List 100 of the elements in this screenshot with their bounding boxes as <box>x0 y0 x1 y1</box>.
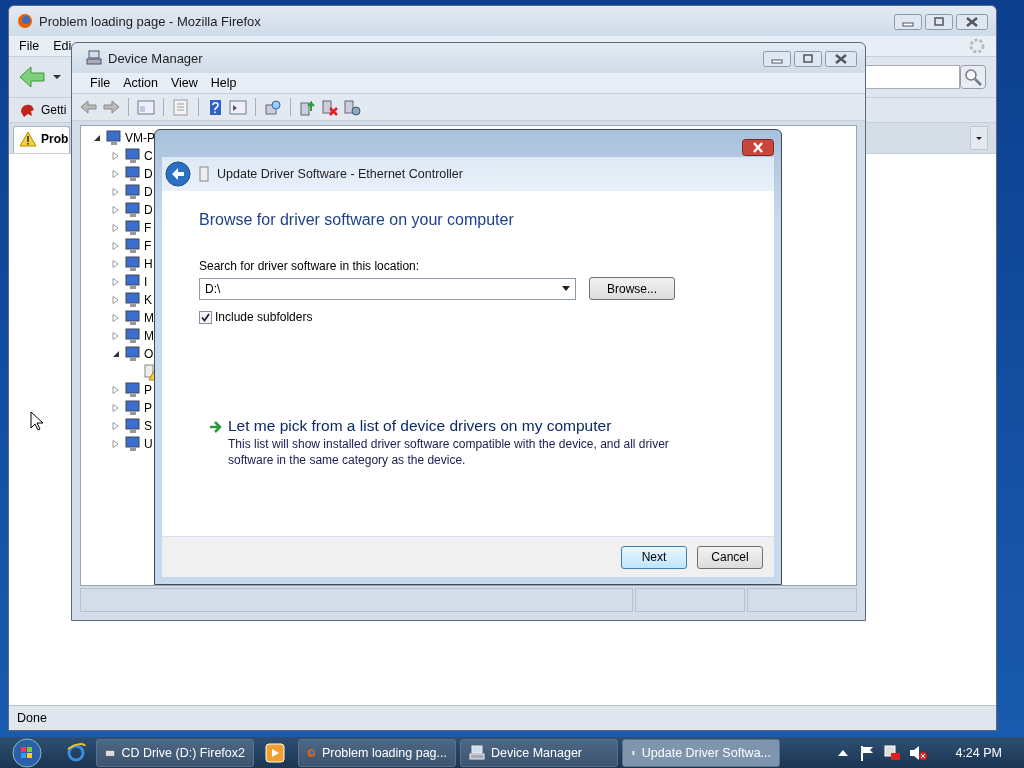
device-icon <box>123 219 141 237</box>
menu-item[interactable]: File <box>19 39 40 53</box>
menu-item[interactable]: Action <box>123 76 158 90</box>
tree-item[interactable]: F <box>144 239 152 253</box>
disable-icon[interactable] <box>343 98 361 116</box>
arrow-icon <box>209 421 223 433</box>
volume-muted-icon[interactable] <box>909 744 928 761</box>
device-icon <box>123 345 141 363</box>
tree-item[interactable]: C <box>144 149 153 163</box>
back-arrow-icon[interactable] <box>80 98 98 116</box>
network-icon[interactable] <box>883 744 902 761</box>
tree-item[interactable]: M <box>144 311 154 325</box>
checkbox-label: Include subfolders <box>215 310 313 324</box>
taskbar-button[interactable]: Problem loading pag... <box>298 738 456 767</box>
close-button[interactable] <box>742 139 774 156</box>
start-button[interactable] <box>10 737 44 768</box>
tree-item[interactable]: D <box>144 167 153 181</box>
app-icon <box>469 744 485 761</box>
forward-arrow-icon[interactable] <box>102 98 120 116</box>
globe-icon <box>17 13 33 29</box>
flag-icon[interactable] <box>859 744 876 761</box>
field-label: Search for driver software in this location: <box>199 259 421 275</box>
device-icon <box>123 309 141 327</box>
device-icon <box>123 183 141 201</box>
status-text: Done <box>17 711 47 725</box>
expander-icon[interactable] <box>112 350 120 358</box>
computer-icon <box>86 50 102 66</box>
media-player-button[interactable] <box>264 740 288 765</box>
device-icon <box>123 327 141 345</box>
tree-item[interactable]: D <box>144 185 153 199</box>
browser-icon[interactable] <box>66 742 86 763</box>
back-button[interactable] <box>165 161 191 187</box>
search-button[interactable] <box>960 65 986 89</box>
scan-hardware-icon[interactable] <box>264 98 282 116</box>
warning-icon <box>19 131 37 147</box>
menu-item[interactable]: View <box>170 76 198 90</box>
device-icon <box>123 291 141 309</box>
device-icon <box>123 435 141 453</box>
browser-tab[interactable]: Prob <box>13 126 71 153</box>
window-pane-icon[interactable] <box>137 98 155 116</box>
dropdown-button[interactable] <box>970 126 988 150</box>
tree-item[interactable]: I <box>144 275 148 289</box>
device-icon <box>123 201 141 219</box>
show-hidden-icons-button[interactable] <box>837 748 850 757</box>
menu-item[interactable]: Edi <box>53 39 72 53</box>
window-title: Problem loading page - Mozilla Firefox <box>39 13 262 29</box>
dialog-button[interactable]: Cancel <box>697 545 763 569</box>
mouse-pointer-icon <box>30 411 44 431</box>
menu-item[interactable]: File <box>90 76 111 90</box>
window-title: Device Manager <box>108 50 204 66</box>
taskbar-button[interactable]: Device Manager <box>460 738 618 767</box>
window-title: Update Driver Software - Ethernet Controller <box>217 167 463 181</box>
tree-item[interactable]: P <box>144 383 152 397</box>
spinner-icon <box>968 37 986 55</box>
pane-play-icon[interactable] <box>229 98 247 116</box>
uninstall-icon[interactable] <box>321 98 339 116</box>
caret-icon <box>562 286 570 291</box>
search-field[interactable] <box>863 65 960 89</box>
bookmark-link[interactable]: Getti <box>41 103 67 117</box>
clock[interactable]: 4:24 PM <box>955 745 1002 760</box>
maximize-button[interactable] <box>794 51 822 67</box>
tree-item[interactable]: O <box>144 347 154 361</box>
device-icon <box>123 147 141 165</box>
tree-item[interactable]: M <box>144 329 154 343</box>
taskbar-button[interactable]: CD Drive (D:) Firefox2 <box>96 738 254 767</box>
close-button[interactable] <box>825 51 857 67</box>
dialog-heading: Browse for driver software on your computer <box>199 211 515 230</box>
minimize-button[interactable] <box>894 14 922 30</box>
list-icon[interactable] <box>172 98 190 116</box>
device-icon <box>123 381 141 399</box>
browse-button[interactable]: Browse... <box>589 277 675 300</box>
update-driver-icon[interactable] <box>299 98 317 116</box>
tree-item[interactable]: P <box>144 401 152 415</box>
maximize-button[interactable] <box>925 14 953 30</box>
tree-item[interactable]: H <box>144 257 153 271</box>
tree-item[interactable]: F <box>144 221 152 235</box>
device-icon <box>123 165 141 183</box>
tree-item[interactable]: U <box>144 437 153 451</box>
expander-icon[interactable] <box>93 134 101 142</box>
dialog-button[interactable]: Next <box>621 545 687 569</box>
minimize-button[interactable] <box>763 51 791 67</box>
bookmark-icon <box>19 102 35 118</box>
tree-item[interactable]: VM-P <box>125 131 155 145</box>
device-icon <box>199 166 209 182</box>
close-button[interactable] <box>956 14 988 30</box>
menu-item[interactable]: Help <box>210 76 237 90</box>
location-combo-box[interactable]: D:\ <box>199 277 576 300</box>
back-arrow-icon[interactable] <box>19 66 45 88</box>
checkbox[interactable] <box>199 310 212 324</box>
option-link[interactable]: Let me pick from a list of device drivers on my computer <box>228 416 698 436</box>
device-icon <box>123 237 141 255</box>
tree-item[interactable]: S <box>144 419 152 433</box>
tree-item[interactable]: D <box>144 203 153 217</box>
option-description: This list will show installed driver software compatible with the device, and all driver software in the same category as the device. <box>228 436 670 468</box>
device-icon <box>123 399 141 417</box>
device-icon <box>123 417 141 435</box>
tree-item[interactable]: K <box>144 293 152 307</box>
device-icon <box>104 129 122 147</box>
caret-icon[interactable] <box>53 74 61 80</box>
device-icon <box>123 273 141 291</box>
